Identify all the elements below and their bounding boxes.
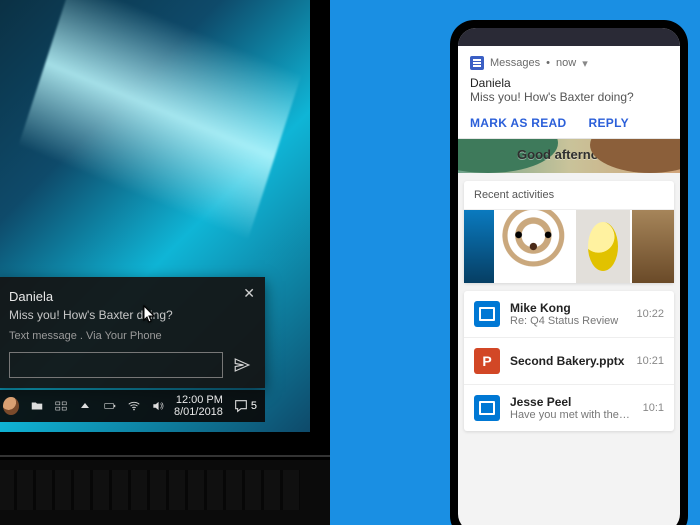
greeting-text: Good afternoon, Martina [517,147,668,162]
notification-body: Miss you! How's Baxter doing? [470,90,668,104]
list-item-title: Mike Kong [510,301,626,315]
laptop-keyboard [0,460,330,525]
toast-message: Miss you! How's Baxter doing? [9,308,251,322]
notification-from: Daniela [470,76,668,90]
action-center-count: 5 [251,400,257,412]
toast-sender: Daniela [9,289,251,304]
battery-icon[interactable] [102,399,118,413]
volume-icon[interactable] [150,399,166,413]
list-item-title: Jesse Peel [510,395,633,409]
activity-list: Mike Kong Re: Q4 Status Review 10:22 Sec… [464,291,674,431]
explorer-icon[interactable] [29,399,45,413]
user-avatar-icon[interactable] [3,397,19,415]
close-icon[interactable]: ✕ [243,285,255,302]
notification-app: Messages [490,57,540,69]
thumbnail[interactable] [576,210,630,283]
task-view-icon[interactable] [53,399,69,413]
list-item-time: 10:21 [636,355,664,367]
thumbnail[interactable] [630,210,674,283]
taskbar-clock[interactable]: 12:00 PM 8/01/2018 [174,394,223,418]
powerpoint-icon [474,348,500,374]
laptop-hinge [0,455,330,457]
tray-caret-icon[interactable] [77,401,93,411]
taskbar: 12:00 PM 8/01/2018 5 [0,390,265,422]
list-item-subtitle: Have you met with the vendor's r... [510,409,633,421]
toast-source: Text message . Via Your Phone [9,330,251,342]
reply-button[interactable]: REPLY [589,116,629,130]
taskbar-time: 12:00 PM [174,394,223,406]
dot-separator: • [546,57,550,69]
mark-as-read-button[interactable]: MARK AS READ [470,116,567,130]
list-item-subtitle: Re: Q4 Status Review [510,315,626,327]
action-center-icon[interactable]: 5 [233,398,257,414]
recent-activities-card: Recent activities [464,181,674,283]
laptop-desktop: ✕ Daniela Miss you! How's Baxter doing? … [0,0,310,432]
recent-activities-thumbs[interactable] [464,209,674,283]
chevron-down-icon[interactable]: ▾ [582,57,588,70]
list-item-title: Second Bakery.pptx [510,354,626,368]
phone-screen: Messages • now ▾ Daniela Miss you! How's… [458,28,680,525]
notification-card[interactable]: Messages • now ▾ Daniela Miss you! How's… [458,46,680,139]
outlook-icon [474,301,500,327]
greeting-banner: Good afternoon, Martina [458,139,680,173]
taskbar-date: 8/01/2018 [174,406,223,418]
notification-toast: ✕ Daniela Miss you! How's Baxter doing? … [0,277,265,388]
outlook-icon [474,395,500,421]
notification-age: now [556,57,576,69]
list-item[interactable]: Mike Kong Re: Q4 Status Review 10:22 [464,291,674,337]
messages-app-icon [470,56,484,70]
recent-activities-title: Recent activities [464,181,674,209]
phone-frame: Messages • now ▾ Daniela Miss you! How's… [450,20,688,525]
thumbnail[interactable] [494,210,576,283]
list-item[interactable]: Jesse Peel Have you met with the vendor'… [464,384,674,431]
thumbnail[interactable] [464,210,494,283]
status-bar [458,28,680,46]
list-item[interactable]: Second Bakery.pptx 10:21 [464,337,674,384]
list-item-time: 10:1 [643,402,664,414]
mouse-cursor-icon [143,305,157,328]
reply-input[interactable] [9,352,223,378]
laptop-frame: ✕ Daniela Miss you! How's Baxter doing? … [0,0,330,460]
list-item-time: 10:22 [636,308,664,320]
send-icon[interactable] [233,356,251,374]
wifi-icon[interactable] [126,399,142,413]
